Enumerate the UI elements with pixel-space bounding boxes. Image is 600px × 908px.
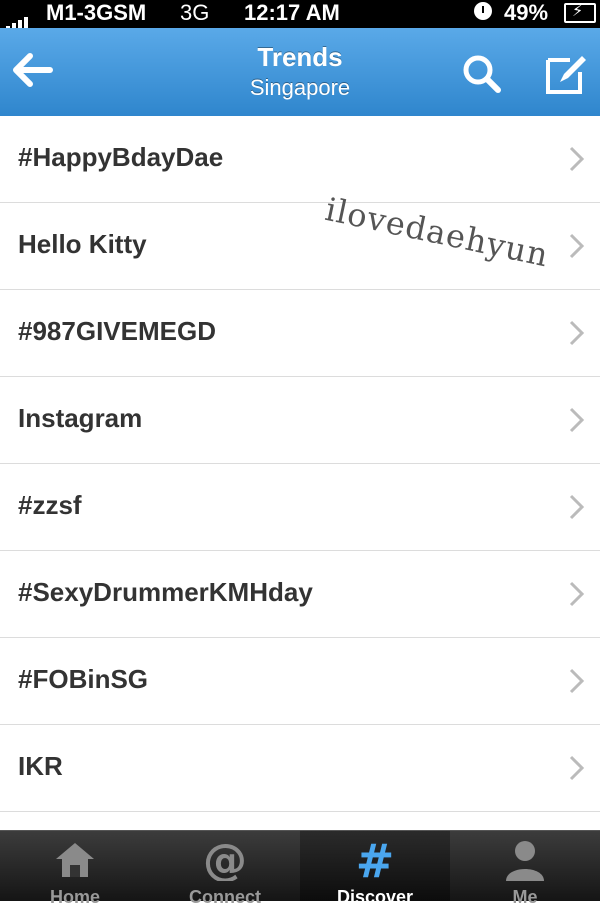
- trend-label: IKR: [18, 751, 63, 781]
- trend-row[interactable]: Instagram: [0, 377, 600, 464]
- chevron-right-icon: [569, 407, 585, 433]
- alarm-icon: [474, 2, 492, 20]
- trend-label: #zzsf: [18, 490, 82, 520]
- chevron-right-icon: [569, 581, 585, 607]
- chevron-right-icon: [569, 494, 585, 520]
- tab-connect[interactable]: @ Connect: [150, 831, 300, 907]
- trend-label: Instagram: [18, 403, 143, 433]
- chevron-right-icon: [569, 146, 585, 172]
- battery-percent: 49%: [504, 0, 549, 25]
- chevron-right-icon: [569, 755, 585, 781]
- chevron-right-icon: [569, 668, 585, 694]
- search-icon: [463, 55, 501, 93]
- back-button[interactable]: [10, 48, 54, 92]
- tab-label: Home: [49, 887, 100, 907]
- home-icon: [56, 843, 94, 877]
- compose-button[interactable]: [540, 48, 590, 98]
- trend-label: Hello Kitty: [18, 229, 147, 259]
- trend-row[interactable]: #FOBinSG: [0, 638, 600, 725]
- trend-row[interactable]: #SexyDrummerKMHday: [0, 551, 600, 638]
- trend-row[interactable]: #987GIVEMEGD: [0, 290, 600, 377]
- trend-row[interactable]: #zzsf: [0, 464, 600, 551]
- trend-label: #FOBinSG: [18, 664, 149, 694]
- at-sign-icon: @: [203, 837, 247, 881]
- nav-bar: Trends Singapore: [0, 28, 600, 117]
- page-title: Trends: [257, 42, 343, 72]
- hashtag-icon: #: [356, 837, 395, 881]
- svg-text:#: #: [356, 837, 395, 881]
- page-subtitle: Singapore: [249, 75, 351, 100]
- compose-icon: [546, 56, 586, 94]
- trend-label: #HappyBdayDae: [18, 142, 224, 172]
- chevron-right-icon: [569, 320, 585, 346]
- trend-row[interactable]: #HappyBdayDae: [0, 116, 600, 203]
- battery-icon: [564, 1, 596, 23]
- tab-home[interactable]: Home: [0, 831, 150, 907]
- status-bar: M1-3GSM 3G 12:17 AM 49%: [0, 0, 600, 32]
- svg-text:@: @: [203, 837, 247, 881]
- trends-list: #HappyBdayDae Hello Kitty #987GIVEMEGD I…: [0, 116, 600, 812]
- network-type: 3G: [180, 0, 210, 25]
- trend-row[interactable]: IKR: [0, 725, 600, 812]
- person-icon: [506, 841, 544, 881]
- carrier-name: M1-3GSM: [46, 0, 147, 25]
- tab-bar: Home @ Connect # Discover Me: [0, 830, 600, 907]
- trend-label: #SexyDrummerKMHday: [18, 577, 313, 607]
- tab-me[interactable]: Me: [450, 831, 600, 907]
- nav-title-group: Trends Singapore: [150, 42, 450, 101]
- chevron-right-icon: [569, 233, 585, 259]
- clock: 12:17 AM: [244, 0, 340, 25]
- tab-label: Connect: [189, 887, 261, 907]
- back-arrow-icon: [13, 53, 53, 87]
- search-button[interactable]: [458, 50, 506, 98]
- tab-discover[interactable]: # Discover: [300, 831, 450, 907]
- tab-label: Me: [512, 887, 538, 907]
- tab-label: Discover: [336, 887, 414, 907]
- trend-label: #987GIVEMEGD: [18, 316, 216, 346]
